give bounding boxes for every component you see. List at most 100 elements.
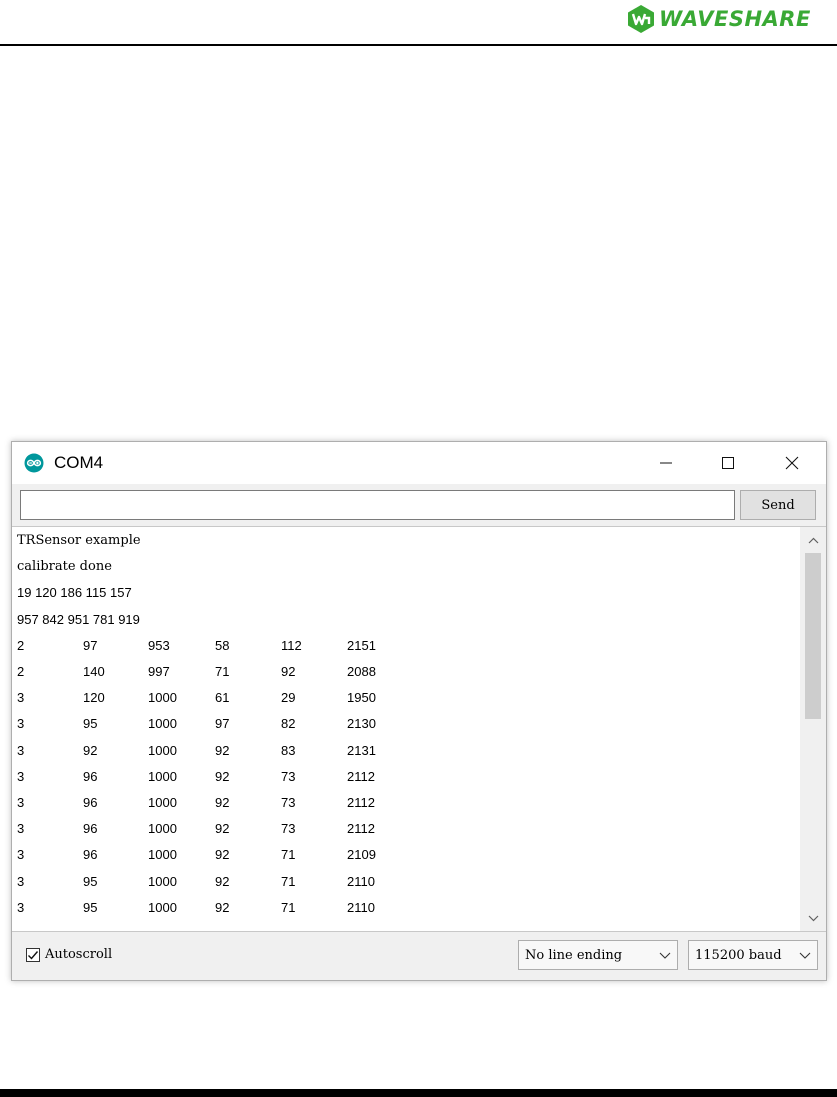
waveshare-logo-icon bbox=[628, 5, 654, 33]
output-row: 3 96 1000 92 73 2112 bbox=[17, 795, 417, 821]
output-cell: 58 bbox=[215, 637, 230, 653]
output-cell: 92 bbox=[83, 742, 98, 758]
output-cell: 92 bbox=[215, 742, 230, 758]
close-icon bbox=[785, 456, 799, 470]
output-cell: 2112 bbox=[347, 768, 375, 784]
serial-output[interactable]: TRSensor example calibrate done 19 120 186… bbox=[12, 526, 800, 932]
header-rule bbox=[0, 44, 837, 46]
output-cell: 92 bbox=[215, 821, 230, 837]
output-cell: 96 bbox=[83, 821, 98, 837]
output-cell: 73 bbox=[281, 795, 296, 810]
line-ending-select[interactable]: No line ending bbox=[518, 940, 678, 970]
output-cell: 2131 bbox=[347, 742, 376, 758]
output-line: 957 842 951 781 919 bbox=[17, 611, 140, 627]
output-cell: 2151 bbox=[347, 637, 376, 653]
output-cell: 92 bbox=[215, 768, 230, 784]
minimize-button[interactable] bbox=[638, 442, 694, 484]
output-cell: 997 bbox=[148, 664, 170, 679]
maximize-button[interactable] bbox=[700, 442, 756, 484]
output-cell: 1000 bbox=[148, 873, 177, 889]
output-cell: 2112 bbox=[347, 795, 375, 810]
line-ending-value: No line ending bbox=[525, 947, 623, 963]
footer-bar bbox=[0, 1089, 837, 1097]
document-header: WAVESHARE bbox=[0, 0, 837, 46]
vertical-scrollbar[interactable] bbox=[800, 526, 826, 932]
output-line: calibrate done bbox=[17, 559, 112, 575]
output-row: 2 97 953 58 112 2151 bbox=[17, 638, 417, 664]
output-cell: 2109 bbox=[347, 847, 376, 863]
output-line: 19 120 186 115 157 bbox=[17, 585, 132, 601]
output-cell: 71 bbox=[281, 899, 296, 915]
close-button[interactable] bbox=[764, 442, 820, 484]
scrollbar-thumb[interactable] bbox=[805, 553, 821, 719]
scroll-up-arrow[interactable] bbox=[800, 529, 826, 551]
autoscroll-label: Autoscroll bbox=[45, 947, 113, 962]
output-row: 3 120 1000 61 29 1950 bbox=[17, 690, 417, 716]
brand-name: WAVESHARE bbox=[659, 7, 811, 31]
output-cell: 3 bbox=[17, 873, 25, 889]
output-cell: 1000 bbox=[148, 899, 177, 915]
output-cell: 2110 bbox=[347, 899, 375, 915]
output-cell: 2 bbox=[17, 664, 25, 679]
baud-rate-select[interactable]: 115200 baud bbox=[688, 940, 818, 970]
output-cell: 92 bbox=[215, 899, 230, 915]
output-row: 3 96 1000 92 73 2112 bbox=[17, 769, 417, 795]
autoscroll-toggle[interactable]: Autoscroll bbox=[26, 947, 112, 962]
output-cell: 2110 bbox=[347, 873, 375, 889]
output-cell: 3 bbox=[17, 795, 25, 810]
title-bar[interactable]: COM4 bbox=[12, 442, 826, 484]
serial-input[interactable] bbox=[20, 490, 735, 520]
baud-rate-value: 115200 baud bbox=[695, 947, 782, 963]
output-cell: 2130 bbox=[347, 716, 376, 732]
arduino-icon bbox=[24, 453, 44, 473]
output-row: 2 140 997 71 92 2088 bbox=[17, 664, 417, 690]
minimize-icon bbox=[660, 462, 672, 464]
output-cell: 95 bbox=[83, 899, 98, 915]
output-cell: 29 bbox=[281, 690, 296, 706]
output-row: 3 95 1000 97 82 2130 bbox=[17, 716, 417, 742]
output-cell: 1950 bbox=[347, 690, 376, 706]
autoscroll-checkbox[interactable] bbox=[26, 947, 40, 962]
output-cell: 2088 bbox=[347, 664, 376, 679]
output-cell: 953 bbox=[148, 637, 170, 653]
output-cell: 140 bbox=[83, 664, 105, 679]
output-cell: 96 bbox=[83, 847, 98, 863]
output-row: 3 96 1000 92 71 2109 bbox=[17, 847, 417, 873]
output-cell: 2 bbox=[17, 637, 25, 653]
output-cell: 82 bbox=[281, 716, 296, 732]
output-cell: 73 bbox=[281, 821, 296, 837]
output-cell: 83 bbox=[281, 742, 296, 758]
output-cell: 3 bbox=[17, 768, 25, 784]
output-row: 3 92 1000 92 83 2131 bbox=[17, 743, 417, 769]
maximize-icon bbox=[722, 457, 734, 469]
output-row: 3 95 1000 92 71 2110 bbox=[17, 874, 417, 900]
chevron-down-icon bbox=[799, 952, 811, 959]
output-cell: 1000 bbox=[148, 742, 177, 758]
output-cell: 92 bbox=[281, 664, 296, 679]
output-cell: 2112 bbox=[347, 821, 375, 837]
chevron-down-icon bbox=[659, 952, 671, 959]
window-title: COM4 bbox=[54, 453, 104, 472]
output-cell: 73 bbox=[281, 768, 296, 784]
output-cell: 1000 bbox=[148, 768, 177, 784]
output-cell: 97 bbox=[83, 637, 98, 653]
output-cell: 71 bbox=[281, 873, 296, 889]
scroll-down-arrow[interactable] bbox=[800, 907, 826, 929]
output-cell: 3 bbox=[17, 899, 25, 915]
output-row: 3 95 1000 92 71 2110 bbox=[17, 900, 417, 926]
serial-monitor-window: COM4 Send TRSensor example calibrate done… bbox=[11, 441, 827, 981]
output-line: TRSensor example bbox=[17, 533, 141, 548]
output-cell: 3 bbox=[17, 690, 25, 706]
chevron-down-icon bbox=[808, 915, 818, 921]
output-cell: 1000 bbox=[148, 847, 177, 863]
send-button[interactable]: Send bbox=[740, 490, 816, 520]
output-cell: 3 bbox=[17, 742, 25, 758]
output-cell: 92 bbox=[215, 873, 230, 889]
output-cell: 1000 bbox=[148, 716, 177, 732]
waveshare-logo: WAVESHARE bbox=[626, 2, 811, 36]
output-cell: 96 bbox=[83, 768, 98, 784]
checkmark-icon bbox=[28, 950, 39, 960]
output-cell: 112 bbox=[281, 637, 302, 653]
output-cell: 3 bbox=[17, 716, 25, 732]
output-cell: 120 bbox=[83, 690, 105, 706]
